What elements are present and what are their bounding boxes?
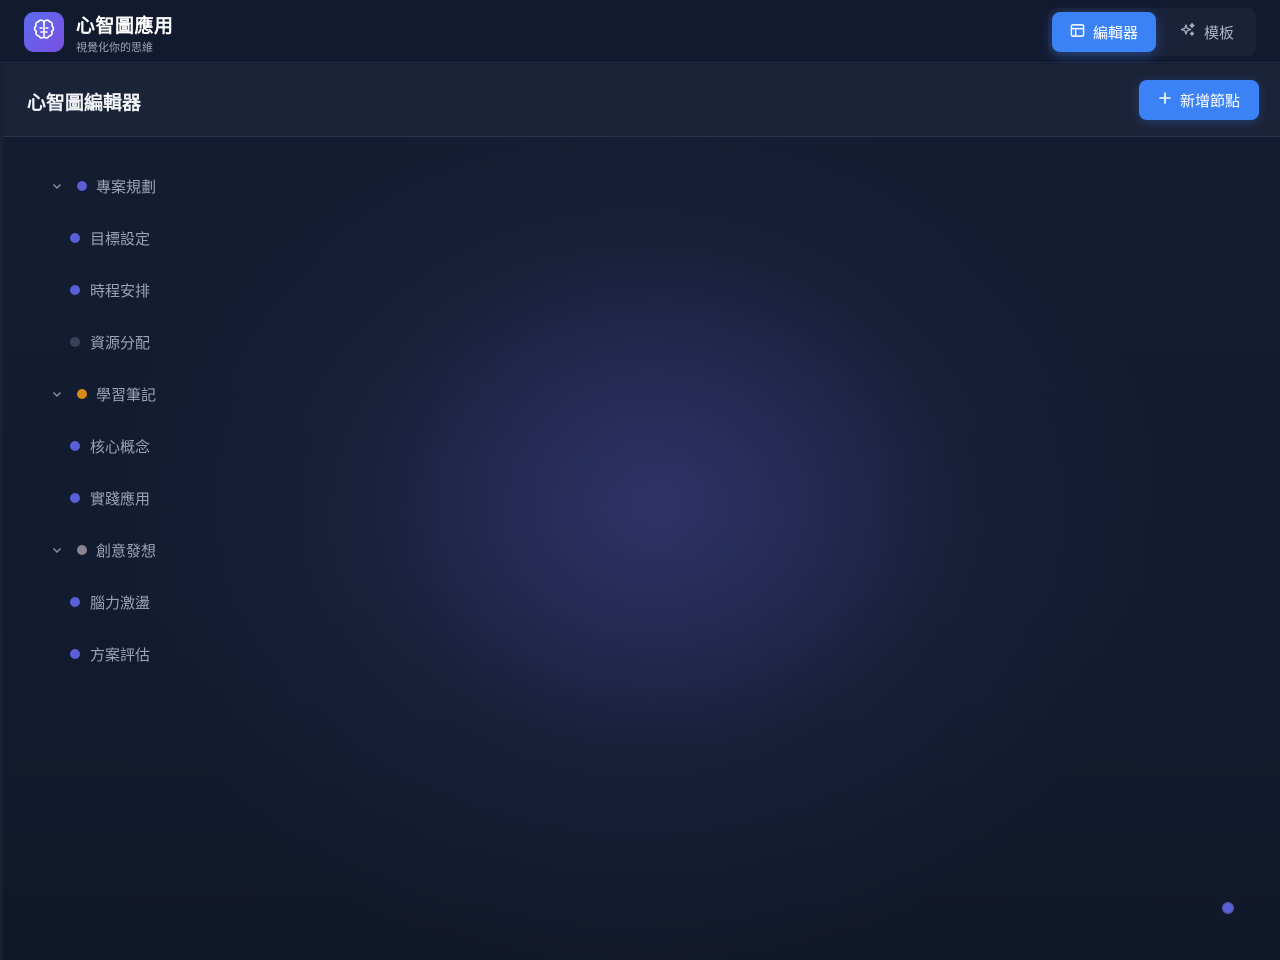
- tree-node-label: 創意發想: [96, 541, 157, 560]
- node-color-dot: [70, 441, 80, 451]
- tree-node-parent[interactable]: 創意發想: [50, 524, 250, 576]
- tree-node-label: 方案評估: [90, 645, 151, 664]
- node-color-dot: [70, 649, 80, 659]
- chevron-down-icon[interactable]: [50, 543, 64, 557]
- node-color-dot: [77, 389, 87, 399]
- node-color-dot: [77, 181, 87, 191]
- app-logo[interactable]: [24, 12, 64, 52]
- tree-node-label: 目標設定: [90, 229, 151, 248]
- node-color-dot: [70, 597, 80, 607]
- tab-editor[interactable]: 編輯器: [1052, 12, 1156, 52]
- brain-icon: [32, 18, 56, 46]
- node-color-dot: [70, 285, 80, 295]
- editor-title: 心智圖編輯器: [27, 92, 142, 114]
- node-color-dot: [77, 545, 87, 555]
- tree-node-label: 腦力激盪: [90, 593, 151, 612]
- tree-node-child[interactable]: 資源分配: [70, 316, 250, 368]
- chevron-down-icon[interactable]: [50, 387, 64, 401]
- tree-node-child[interactable]: 方案評估: [70, 628, 250, 680]
- tree-node-label: 實踐應用: [90, 489, 151, 508]
- tree-node-child[interactable]: 時程安排: [70, 264, 250, 316]
- tree-node-child[interactable]: 目標設定: [70, 212, 250, 264]
- add-node-button[interactable]: 新增節點: [1139, 80, 1259, 120]
- node-color-dot: [70, 337, 80, 347]
- left-edge: [0, 64, 3, 960]
- tree-node-label: 核心概念: [90, 437, 151, 456]
- add-node-label: 新增節點: [1179, 91, 1240, 110]
- tree-node-child[interactable]: 實踐應用: [70, 472, 250, 524]
- tree-node-label: 時程安排: [90, 281, 151, 300]
- node-color-dot: [70, 233, 80, 243]
- editor-header: 心智圖編輯器 新增節點: [3, 64, 1280, 137]
- view-tabs: 編輯器 模板: [1048, 8, 1256, 56]
- tree-node-parent[interactable]: 專案規劃: [50, 160, 250, 212]
- top-bar: 心智圖應用 視覺化你的思維 編輯器 模板: [0, 0, 1280, 63]
- tab-templates-label: 模板: [1203, 23, 1234, 42]
- sparkles-icon: [1180, 22, 1196, 42]
- tree-node-label: 資源分配: [90, 333, 151, 352]
- tab-editor-label: 編輯器: [1092, 23, 1138, 42]
- tree-node-label: 學習筆記: [96, 385, 157, 404]
- chevron-down-icon[interactable]: [50, 179, 64, 193]
- app-title: 心智圖應用: [76, 15, 174, 37]
- tree-node-parent[interactable]: 學習筆記: [50, 368, 250, 420]
- layout-icon: [1070, 23, 1085, 42]
- app-subtitle: 視覺化你的思維: [76, 41, 153, 54]
- tree-node-label: 專案規劃: [96, 177, 157, 196]
- tree-node-child[interactable]: 腦力激盪: [70, 576, 250, 628]
- node-color-dot: [70, 493, 80, 503]
- plus-icon: [1158, 91, 1172, 109]
- status-indicator-dot[interactable]: [1223, 903, 1233, 913]
- tree-node-child[interactable]: 核心概念: [70, 420, 250, 472]
- tab-templates[interactable]: 模板: [1162, 12, 1252, 52]
